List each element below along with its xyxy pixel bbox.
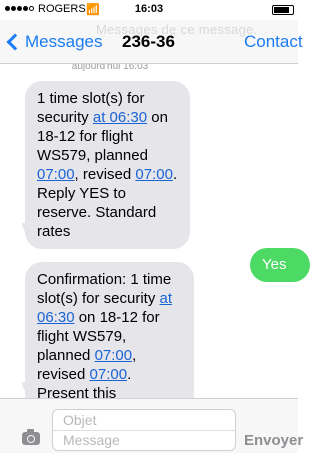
chevron-left-icon <box>6 33 24 51</box>
conversation-title: 236-36 <box>122 32 175 51</box>
compose-field <box>52 409 236 451</box>
message-input[interactable] <box>63 432 223 448</box>
time-link[interactable]: 07:00 <box>90 366 128 383</box>
message-input-bar: Envoyer <box>0 398 303 453</box>
battery-icon <box>272 5 294 15</box>
send-button[interactable]: Envoyer <box>244 432 303 449</box>
ghost-header-text: Messages de ce message. <box>96 22 258 37</box>
time-link[interactable]: at 06:30 <box>93 109 147 126</box>
camera-icon[interactable] <box>22 429 40 445</box>
received-message-bubble: 1 time slot(s) for security at 06:30 on … <box>25 81 190 249</box>
subject-input[interactable] <box>63 412 223 428</box>
status-time: 16:03 <box>134 3 164 15</box>
status-bar: ROGERS 📶 16:03 <box>0 0 298 20</box>
back-button-label: Messages <box>25 32 103 51</box>
message-timestamp: aujourd'hui 16:03 <box>71 64 149 72</box>
bubble-tail <box>22 223 36 237</box>
navigation-bar: Messages de ce message. Messages 236-36 … <box>0 20 303 64</box>
back-button[interactable]: Messages <box>4 32 102 52</box>
time-link[interactable]: 07:00 <box>135 166 173 183</box>
sent-message-bubble: Yes <box>250 248 310 282</box>
time-link[interactable]: 07:00 <box>37 166 75 183</box>
field-divider <box>53 430 235 431</box>
time-link[interactable]: 07:00 <box>95 347 133 364</box>
contact-button[interactable]: Contact <box>244 32 303 52</box>
